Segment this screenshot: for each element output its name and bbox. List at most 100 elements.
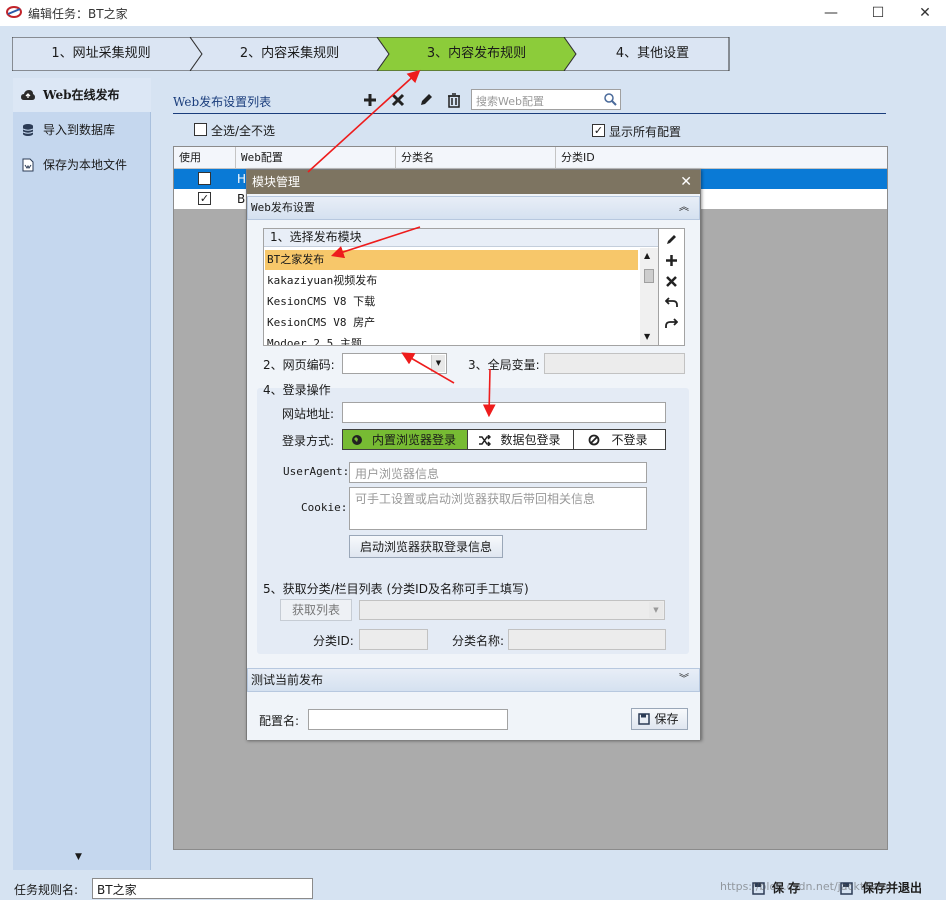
shuffle-icon (479, 435, 491, 446)
sidebar-item-save-local[interactable]: 保存为本地文件 (13, 148, 151, 182)
dialog-title: 模块管理 (252, 175, 301, 189)
step-url-rules[interactable]: 1、网址采集规则 (12, 37, 190, 71)
maximize-button[interactable]: ☐ (855, 0, 901, 26)
search-input[interactable]: 搜索Web配置 (471, 89, 621, 110)
dialog-save-label: 保存 (654, 712, 679, 726)
search-icon[interactable] (604, 93, 617, 106)
step-content-rules[interactable]: 2、内容采集规则 (202, 37, 377, 71)
category-group-label: 5、获取分类/栏目列表 (分类ID及名称可手工填写) (263, 582, 529, 596)
scroll-down-icon[interactable]: ▼ (644, 332, 650, 341)
category-id-label: 分类ID: (313, 634, 354, 648)
module-item-selected[interactable]: BT之家发布 (265, 250, 638, 270)
add-icon[interactable] (665, 254, 678, 267)
category-select[interactable]: ▼ (359, 600, 665, 620)
select-all-checkbox[interactable] (194, 123, 207, 136)
global-var-input[interactable] (544, 353, 685, 374)
site-url-input[interactable] (342, 402, 666, 423)
cookie-label: Cookie: (301, 501, 348, 514)
cookie-textarea[interactable]: 可手工设置或启动浏览器获取后带回相关信息 (349, 487, 647, 530)
row-use-checkbox[interactable] (198, 172, 211, 185)
login-method-packet[interactable]: 数据包登录 (467, 429, 574, 450)
launch-browser-button[interactable]: 启动浏览器获取登录信息 (349, 535, 503, 558)
step-publish-rules[interactable]: 3、内容发布规则 (389, 37, 564, 71)
global-var-label: 3、全局变量: (468, 358, 540, 372)
login-method-none[interactable]: 不登录 (573, 429, 666, 450)
dialog-save-button[interactable]: 保存 (631, 708, 688, 730)
sidebar: Web在线发布 导入到数据库 保存为本地文件 ▼ (13, 78, 151, 870)
cloud-upload-icon (21, 90, 35, 100)
save-icon (638, 713, 650, 725)
test-section-header[interactable]: 测试当前发布 ︾ (247, 668, 700, 692)
config-name-label: 配置名: (259, 714, 300, 728)
wizard-steps: 1、网址采集规则 2、内容采集规则 3、内容发布规则 4、其他设置 (12, 37, 730, 71)
web-settings-section-header[interactable]: Web发布设置 ︽ (247, 196, 700, 220)
close-button[interactable]: ✕ (902, 0, 946, 26)
add-icon[interactable] (361, 91, 379, 109)
row-config-cell: H (237, 172, 247, 186)
login-method-label-0: 内置浏览器登录 (371, 433, 456, 447)
delete-icon[interactable] (389, 91, 407, 109)
list-title: Web发布设置列表 (173, 95, 272, 109)
title-bar: 编辑任务：BT之家 — ☐ ✕ (0, 0, 946, 26)
globe-icon (352, 435, 362, 445)
login-group-label: 4、登录操作 (263, 383, 331, 397)
redo-icon[interactable] (665, 317, 678, 330)
dialog-body: Web发布设置 ︽ 1、选择发布模块 BT之家发布 kakaziyuan视频发布… (247, 194, 700, 740)
app-logo-icon (6, 6, 22, 18)
sidebar-item-label: 导入到数据库 (43, 123, 116, 137)
file-icon (22, 158, 34, 172)
edit-icon[interactable] (665, 233, 678, 246)
sidebar-item-label: Web在线发布 (43, 88, 120, 102)
module-item[interactable]: Modoer 2.5 主题 (265, 334, 638, 345)
module-item[interactable]: KesionCMS V8 房产 (265, 313, 638, 333)
sidebar-item-label: 保存为本地文件 (43, 158, 128, 172)
show-all-checkbox[interactable]: ✓ (592, 124, 605, 137)
step-other-settings[interactable]: 4、其他设置 (576, 37, 729, 71)
login-method-builtin-browser[interactable]: 内置浏览器登录 (342, 429, 468, 450)
collapse-icon[interactable]: ︽ (679, 197, 689, 219)
encoding-select[interactable]: ▼ (342, 353, 447, 374)
task-name-label: 任务规则名: (14, 883, 79, 897)
column-header-category-name[interactable]: 分类名 (396, 147, 556, 169)
category-name-label: 分类名称: (452, 634, 505, 648)
login-method-label: 登录方式: (282, 434, 335, 448)
module-item[interactable]: KesionCMS V8 下载 (265, 292, 638, 312)
sidebar-item-import-db[interactable]: 导入到数据库 (13, 113, 151, 147)
undo-icon[interactable] (665, 296, 678, 309)
module-list-scrollbar[interactable]: ▲ ▼ (640, 248, 658, 345)
sidebar-item-web-publish[interactable]: Web在线发布 (13, 78, 151, 112)
task-name-input[interactable]: BT之家 (92, 878, 313, 899)
row-use-checkbox[interactable]: ✓ (198, 192, 211, 205)
column-header-use[interactable]: 使用 (174, 147, 236, 169)
trash-icon[interactable] (445, 91, 463, 109)
useragent-label: UserAgent: (283, 465, 350, 478)
row-config-cell: B (237, 192, 246, 206)
scroll-thumb[interactable] (644, 269, 654, 283)
expand-icon[interactable]: ︾ (679, 669, 689, 691)
minimize-button[interactable]: — (808, 0, 854, 26)
category-name-input[interactable] (508, 629, 666, 650)
column-header-category-id[interactable]: 分类ID (556, 147, 887, 169)
column-header-config[interactable]: Web配置 (236, 147, 396, 169)
database-icon (22, 124, 34, 136)
dialog-close-icon[interactable]: ✕ (680, 170, 692, 194)
module-list-header: 1、选择发布模块 (264, 229, 658, 247)
module-manager-dialog: 模块管理 ✕ Web发布设置 ︽ 1、选择发布模块 BT之家发布 kakaziy… (246, 169, 701, 740)
category-id-input[interactable] (359, 629, 428, 650)
window-title: 编辑任务：BT之家 (28, 7, 128, 21)
dialog-title-bar: 模块管理 ✕ (247, 170, 700, 194)
chevron-down-icon[interactable]: ▼ (649, 602, 663, 618)
delete-icon[interactable] (665, 275, 678, 288)
sidebar-scroll-down-icon[interactable]: ▼ (75, 852, 82, 862)
show-all-label: 显示所有配置 (609, 125, 682, 139)
login-method-segmented: 内置浏览器登录 数据包登录 不登录 (342, 429, 666, 450)
module-item[interactable]: kakaziyuan视频发布 (265, 271, 638, 291)
edit-icon[interactable] (417, 91, 435, 109)
config-name-input[interactable] (308, 709, 508, 730)
scroll-up-icon[interactable]: ▲ (644, 251, 650, 260)
module-list: 1、选择发布模块 BT之家发布 kakaziyuan视频发布 KesionCMS… (263, 228, 659, 346)
chevron-down-icon[interactable]: ▼ (431, 355, 445, 372)
useragent-input[interactable]: 用户浏览器信息 (349, 462, 647, 483)
get-list-button[interactable]: 获取列表 (280, 599, 352, 621)
site-url-label: 网站地址: (282, 407, 335, 421)
